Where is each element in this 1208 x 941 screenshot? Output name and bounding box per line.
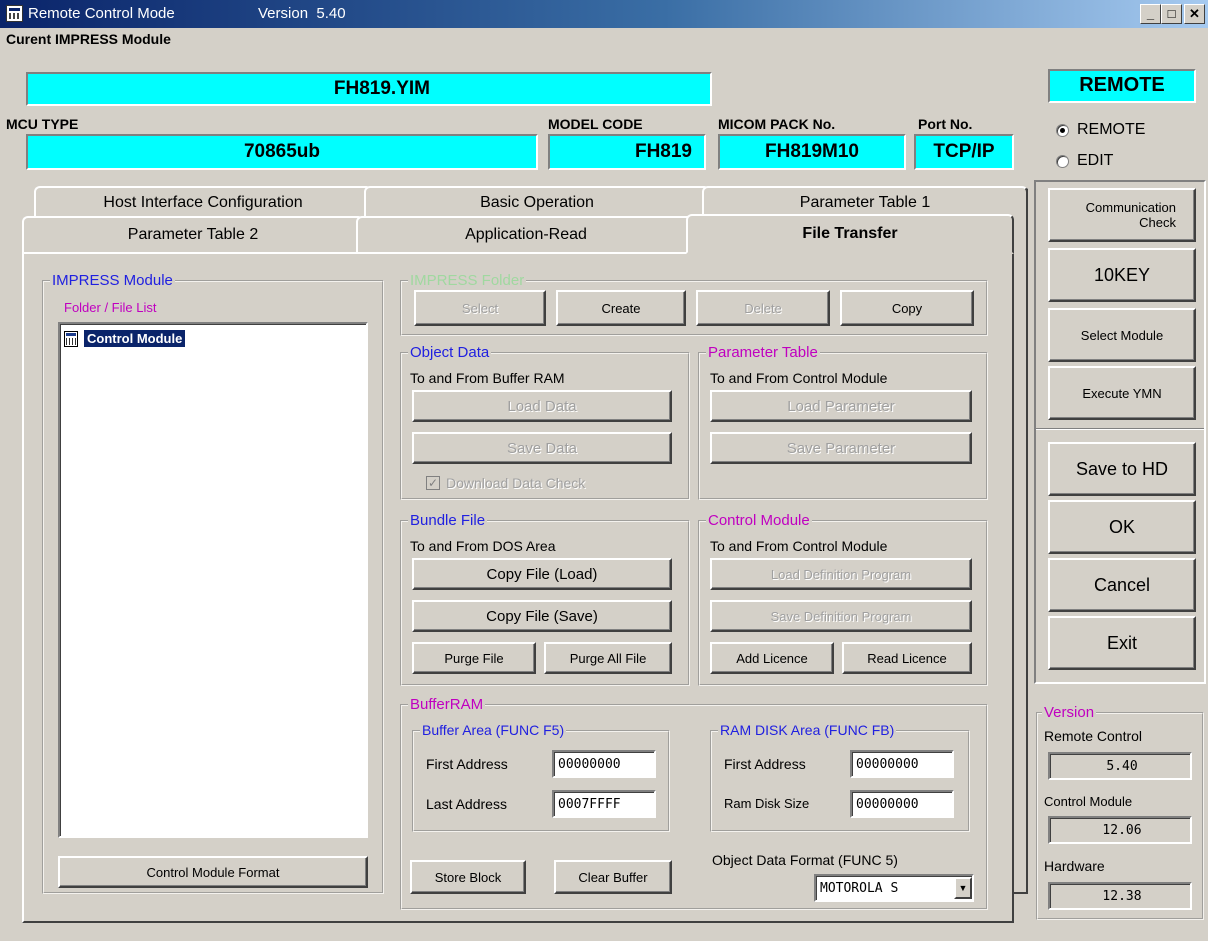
tab-control-edge [1012, 188, 1028, 894]
select-module-button[interactable]: Select Module [1048, 308, 1196, 362]
module-value: FH819.YIM [26, 72, 712, 106]
port-label: Port No. [918, 116, 973, 132]
object-data-format-value: MOTOROLA S [820, 880, 899, 896]
copy-file-save-button[interactable]: Copy File (Save) [412, 600, 672, 632]
control-module-version-label: Control Module [1044, 794, 1133, 809]
download-data-check-label: Download Data Check [446, 475, 586, 491]
module-label: Curent IMPRESS Module [6, 31, 171, 47]
control-module-version-value: 12.06 [1048, 816, 1192, 844]
window-version: Version 5.40 [258, 5, 346, 22]
download-data-check[interactable]: ✓ Download Data Check [426, 475, 585, 491]
ram-disk-size-field[interactable]: 00000000 [850, 790, 954, 818]
radio-remote[interactable]: REMOTE [1056, 121, 1145, 139]
remote-control-version-label: Remote Control [1044, 728, 1143, 744]
port-value: TCP/IP [914, 134, 1014, 170]
control-module-format-button[interactable]: Control Module Format [58, 856, 368, 888]
hardware-version-value: 12.38 [1048, 882, 1192, 910]
control-module-subtitle: To and From Control Module [710, 538, 888, 554]
buffer-last-address-label: Last Address [426, 796, 507, 812]
purge-file-button[interactable]: Purge File [412, 642, 536, 674]
radio-remote-label: REMOTE [1077, 121, 1146, 138]
app-icon [6, 5, 23, 22]
load-data-button[interactable]: Load Data [412, 390, 672, 422]
bundle-file-title: Bundle File [408, 512, 488, 529]
cancel-button[interactable]: Cancel [1048, 558, 1196, 612]
communication-check-button[interactable]: Communication Check [1048, 188, 1196, 242]
exit-button[interactable]: Exit [1048, 616, 1196, 670]
buffer-ram-title: BufferRAM [408, 696, 486, 713]
object-data-format-label: Object Data Format (FUNC 5) [712, 852, 898, 868]
model-code-label: MODEL CODE [548, 116, 643, 132]
add-licence-button[interactable]: Add Licence [710, 642, 834, 674]
window-title: Remote Control Mode [28, 5, 175, 22]
buffer-area-title: Buffer Area (FUNC F5) [420, 722, 567, 738]
load-definition-program-button[interactable]: Load Definition Program [710, 558, 972, 590]
tab-parameter-table-2[interactable]: Parameter Table 2 [22, 216, 364, 252]
micom-pack-label: MICOM PACK No. [718, 116, 836, 132]
ram-disk-size-label: Ram Disk Size [724, 796, 810, 811]
save-data-button[interactable]: Save Data [412, 432, 672, 464]
object-data-title: Object Data [408, 344, 492, 361]
radio-edit[interactable]: EDIT [1056, 152, 1113, 170]
tab-host-interface[interactable]: Host Interface Configuration [34, 186, 372, 218]
buffer-first-address-field[interactable]: 00000000 [552, 750, 656, 778]
object-data-format-select[interactable]: MOTOROLA S [814, 874, 974, 902]
ram-first-address-label: First Address [724, 756, 806, 772]
delete-folder-button[interactable]: Delete [696, 290, 830, 326]
object-data-subtitle: To and From Buffer RAM [410, 370, 565, 386]
radio-remote-indicator[interactable] [1056, 123, 1069, 137]
save-definition-program-button[interactable]: Save Definition Program [710, 600, 972, 632]
copy-folder-button[interactable]: Copy [840, 290, 974, 326]
chevron-down-icon[interactable]: ▼ [954, 877, 972, 899]
maximize-button[interactable]: □ [1161, 4, 1182, 24]
store-block-button[interactable]: Store Block [410, 860, 526, 894]
list-item[interactable]: Control Module [64, 330, 186, 347]
buffer-first-address-label: First Address [426, 756, 508, 772]
radio-edit-label: EDIT [1077, 152, 1114, 169]
control-module-icon [64, 330, 78, 347]
parameter-table-title: Parameter Table [706, 344, 820, 361]
title-bar: Remote Control Mode Version 5.40 _ □ ✕ [0, 0, 1208, 28]
side-divider [1036, 428, 1204, 430]
checkbox-icon[interactable]: ✓ [426, 476, 440, 490]
tab-file-transfer[interactable]: File Transfer [686, 214, 1014, 254]
parameter-table-subtitle: To and From Control Module [710, 370, 888, 386]
save-parameter-button[interactable]: Save Parameter [710, 432, 972, 464]
mode-status: REMOTE [1048, 69, 1196, 103]
read-licence-button[interactable]: Read Licence [842, 642, 972, 674]
tab-application-read[interactable]: Application-Read [356, 216, 696, 252]
purge-all-file-button[interactable]: Purge All File [544, 642, 672, 674]
save-to-hd-button[interactable]: Save to HD [1048, 442, 1196, 496]
impress-module-title: IMPRESS Module [50, 272, 175, 289]
micom-pack-value: FH819M10 [718, 134, 906, 170]
ram-disk-title: RAM DISK Area (FUNC FB) [718, 722, 897, 738]
ram-first-address-field[interactable]: 00000000 [850, 750, 954, 778]
model-code-value: FH819 [548, 134, 706, 170]
close-button[interactable]: ✕ [1184, 4, 1205, 24]
radio-edit-indicator[interactable] [1056, 154, 1069, 168]
create-folder-button[interactable]: Create [556, 290, 686, 326]
remote-control-version-value: 5.40 [1048, 752, 1192, 780]
select-folder-button[interactable]: Select [414, 290, 546, 326]
load-parameter-button[interactable]: Load Parameter [710, 390, 972, 422]
execute-ymn-button[interactable]: Execute YMN [1048, 366, 1196, 420]
clear-buffer-button[interactable]: Clear Buffer [554, 860, 672, 894]
hardware-version-label: Hardware [1044, 858, 1105, 874]
bundle-file-subtitle: To and From DOS Area [410, 538, 556, 554]
copy-file-load-button[interactable]: Copy File (Load) [412, 558, 672, 590]
impress-folder-title: IMPRESS Folder [408, 272, 527, 289]
minimize-button[interactable]: _ [1140, 4, 1161, 24]
tenkey-button[interactable]: 10KEY [1048, 248, 1196, 302]
list-item-label: Control Module [84, 330, 186, 347]
folder-file-list-label: Folder / File List [64, 300, 157, 315]
mcu-label: MCU TYPE [6, 116, 79, 132]
tab-basic-operation[interactable]: Basic Operation [364, 186, 710, 218]
version-title: Version [1042, 704, 1097, 721]
folder-file-list[interactable]: Control Module [58, 322, 368, 838]
mcu-value: 70865ub [26, 134, 538, 170]
ok-button[interactable]: OK [1048, 500, 1196, 554]
buffer-last-address-field[interactable]: 0007FFFF [552, 790, 656, 818]
control-module-title: Control Module [706, 512, 812, 529]
